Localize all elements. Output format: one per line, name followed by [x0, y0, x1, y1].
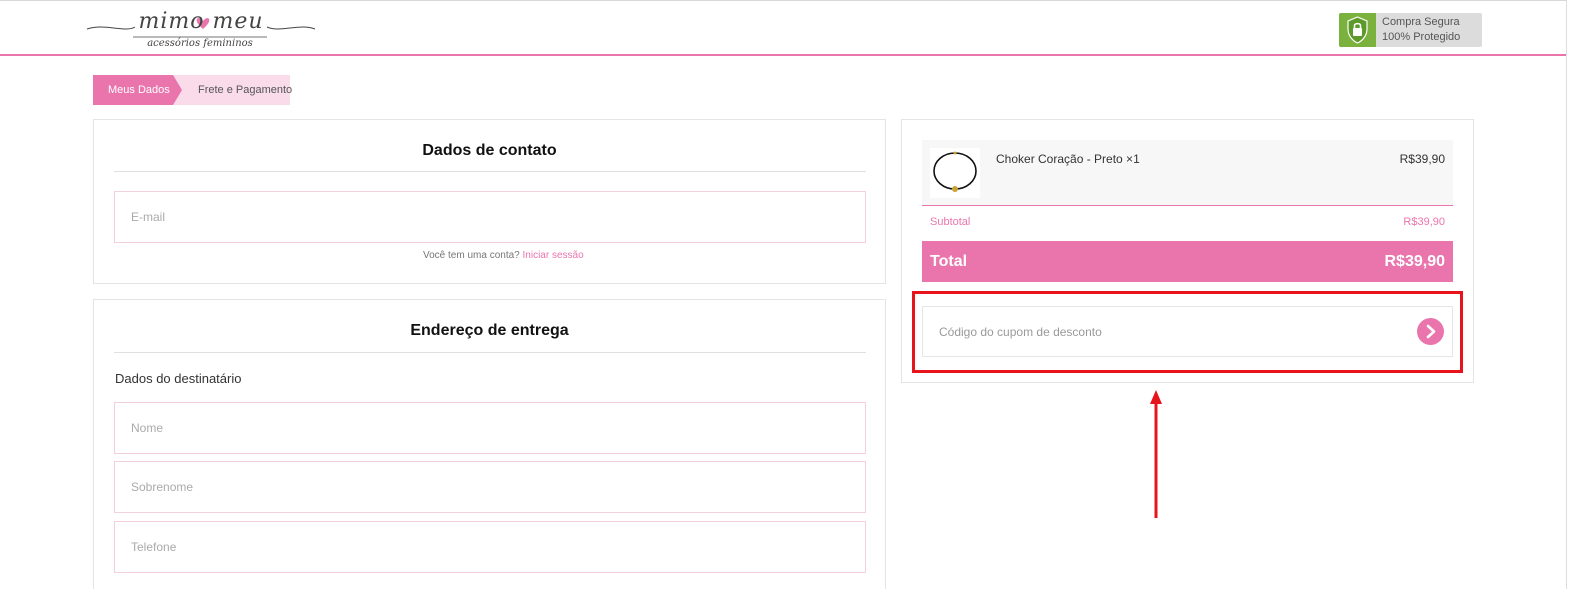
recipient-label: Dados do destinatário	[115, 371, 242, 386]
phone-field[interactable]	[114, 521, 866, 573]
email-input[interactable]	[131, 192, 865, 242]
step-meus-dados[interactable]: Meus Dados	[93, 75, 173, 105]
subtotal-label: Subtotal	[930, 216, 971, 228]
scrollbar-track[interactable]	[1566, 0, 1584, 589]
contact-title: Dados de contato	[422, 142, 557, 159]
total-value: R$39,90	[1384, 253, 1446, 270]
surname-input[interactable]	[131, 462, 865, 512]
total-row: Total R$39,90	[922, 241, 1453, 282]
secure-badge-line1: Compra Segura	[1382, 16, 1460, 28]
chevron-right-icon	[1426, 324, 1436, 339]
apply-coupon-button[interactable]	[1417, 318, 1444, 345]
total-label: Total	[930, 253, 968, 270]
email-field[interactable]	[114, 191, 866, 243]
red-arrow-annotation	[1150, 390, 1162, 518]
shipping-panel: Endereço de entrega Dados do destinatári…	[93, 299, 886, 589]
step-frete-pagamento[interactable]: Frete e Pagamento	[173, 75, 292, 105]
secure-badge-line2: 100% Protegido	[1382, 31, 1461, 43]
site-header: mimo meu acessórios femininos Compra Seg…	[0, 0, 1566, 56]
item-name: Choker Coração - Preto ×1	[996, 152, 1140, 166]
shipping-title: Endereço de entrega	[410, 322, 569, 339]
subtotal-row: Subtotal R$39,90	[922, 216, 1453, 232]
product-thumbnail[interactable]	[930, 148, 980, 198]
shield-lock-icon	[1339, 13, 1376, 47]
order-summary-panel: Choker Coração - Preto ×1 R$39,90 Subtot…	[901, 119, 1474, 383]
logo-wordmark: mimo meu	[138, 9, 264, 34]
subtotal-value: R$39,90	[1403, 216, 1445, 228]
step-arrow-shape	[173, 75, 182, 105]
surname-field[interactable]	[114, 461, 866, 513]
logo-tagline: acessórios femininos	[147, 38, 253, 49]
shipping-divider	[114, 352, 866, 353]
login-link[interactable]: Iniciar sessão	[523, 250, 584, 261]
phone-input[interactable]	[131, 522, 865, 572]
contact-divider	[114, 171, 866, 172]
name-input[interactable]	[131, 403, 865, 453]
cart-item: Choker Coração - Preto ×1 R$39,90	[922, 140, 1453, 206]
account-prompt: Você tem uma conta? Iniciar sessão	[423, 250, 584, 261]
name-field[interactable]	[114, 402, 866, 454]
site-logo[interactable]: mimo meu acessórios femininos	[85, 9, 317, 53]
secure-purchase-badge: Compra Segura 100% Protegido	[1339, 13, 1482, 47]
choker-necklace-icon	[933, 151, 977, 192]
contact-panel: Dados de contato Você tem uma conta? Ini…	[93, 119, 886, 284]
item-price: R$39,90	[1399, 152, 1445, 166]
coupon-field[interactable]	[922, 306, 1453, 357]
account-prompt-text: Você tem uma conta?	[423, 250, 520, 261]
coupon-input[interactable]	[939, 307, 1409, 356]
